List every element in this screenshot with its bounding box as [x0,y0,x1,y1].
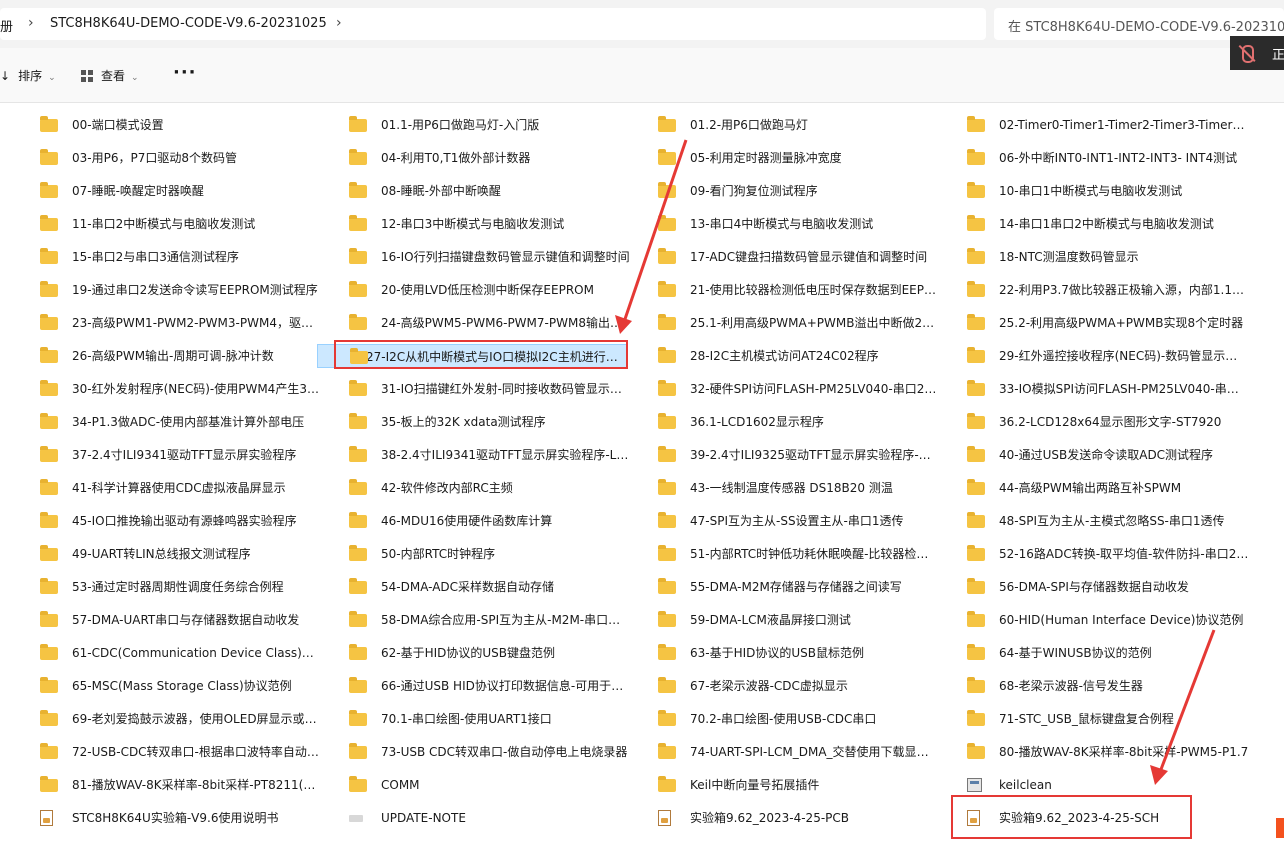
annotation-arrow-1 [622,139,688,323]
annotation-arrowhead-2 [1150,765,1168,785]
app-corner-icon [1276,818,1284,838]
annotation-arrowhead-1 [615,315,632,334]
annotation-arrows [615,139,1216,785]
annotation-arrow-2 [1158,629,1216,773]
